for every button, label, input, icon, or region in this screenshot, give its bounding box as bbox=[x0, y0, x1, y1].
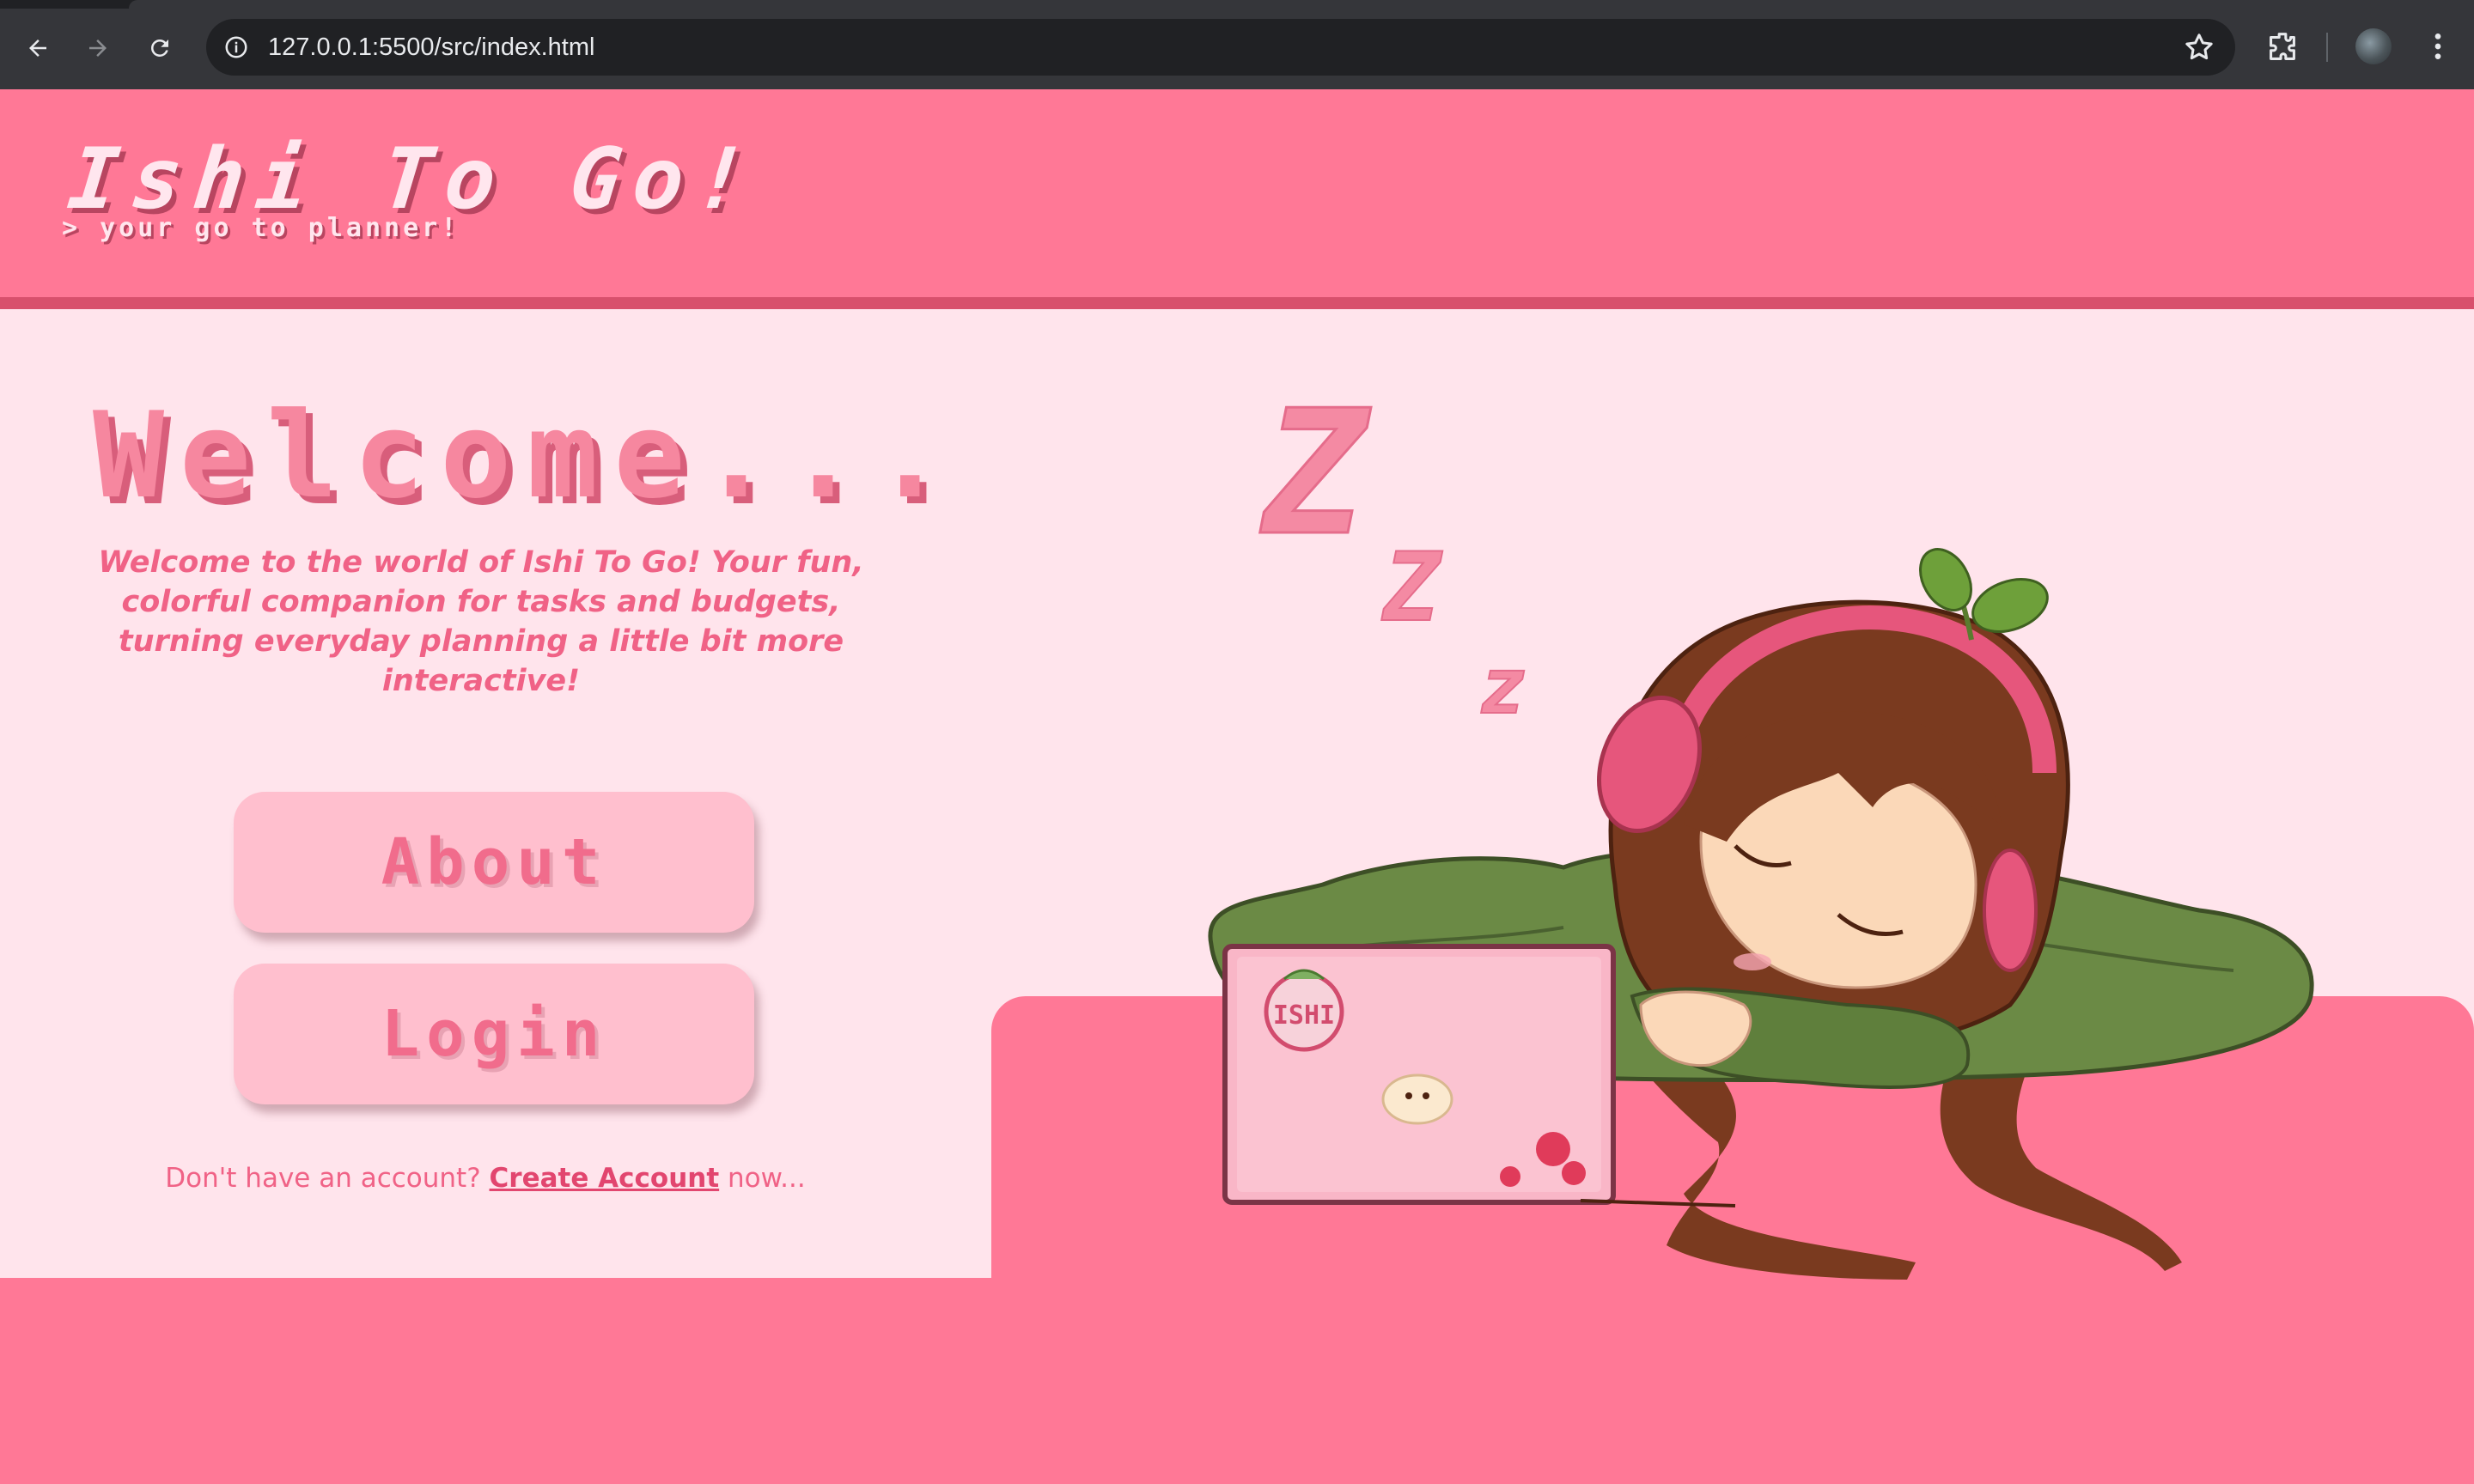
site-info-icon[interactable] bbox=[216, 27, 256, 67]
address-bar[interactable]: 127.0.0.1:5500/src/index.html bbox=[206, 19, 2235, 76]
toolbar-divider bbox=[2326, 33, 2328, 62]
sleep-zzz-icon: Z Z z bbox=[1258, 378, 1527, 733]
sleep-z-small: z bbox=[1479, 642, 1526, 732]
site-tagline: > your go to planner! bbox=[62, 213, 460, 243]
back-icon[interactable] bbox=[15, 26, 60, 70]
bookmark-star-icon[interactable] bbox=[2182, 30, 2216, 64]
signup-prefix: Don't have an account? bbox=[165, 1163, 481, 1194]
sleep-z-medium: Z bbox=[1381, 532, 1443, 642]
laptop-sticker-label: ISHI bbox=[1273, 1000, 1335, 1031]
profile-avatar[interactable] bbox=[2355, 28, 2392, 64]
login-button[interactable]: Login bbox=[234, 964, 754, 1104]
browser-chrome: 127.0.0.1:5500/src/index.html bbox=[0, 0, 2474, 89]
create-account-link[interactable]: Create Account bbox=[490, 1163, 720, 1194]
signup-prompt: Don't have an account? Create Account no… bbox=[94, 1163, 876, 1194]
sleep-z-large: Z bbox=[1259, 378, 1371, 574]
about-button[interactable]: About bbox=[234, 792, 754, 933]
extensions-icon[interactable] bbox=[2263, 27, 2302, 67]
url-text[interactable]: 127.0.0.1:5500/src/index.html bbox=[268, 19, 594, 76]
more-menu-icon[interactable] bbox=[2421, 29, 2455, 64]
reload-icon[interactable] bbox=[137, 26, 182, 70]
signup-suffix: now... bbox=[728, 1163, 806, 1194]
forward-icon[interactable] bbox=[76, 26, 120, 70]
tab-strip bbox=[0, 0, 2474, 9]
sleeping-girl-illustration: Z Z z ISHI bbox=[1208, 378, 2314, 1280]
welcome-heading: Welcome... bbox=[93, 386, 961, 525]
site-header: Ishi To Go! > your go to planner! bbox=[0, 89, 2474, 309]
intro-text: Welcome to the world of Ishi To Go! Your… bbox=[98, 545, 864, 698]
